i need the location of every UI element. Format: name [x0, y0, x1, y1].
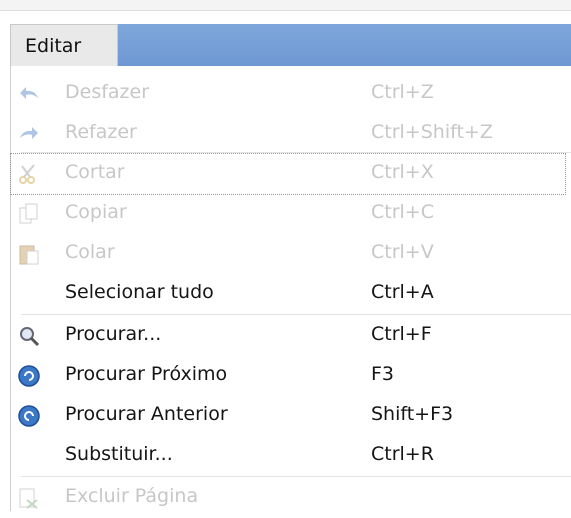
- menu-bar: Editar: [0, 0, 571, 72]
- menu-separator: [21, 476, 571, 477]
- menu-item-label: Excluir Página: [65, 485, 199, 507]
- menu-bar-highlight: [118, 24, 571, 66]
- focus-outline: [10, 153, 566, 195]
- menu-item-label: Procurar...: [65, 323, 162, 345]
- copy-icon: [17, 202, 41, 226]
- menu-item-shortcut: Ctrl+A: [371, 281, 434, 303]
- menu-item-shortcut: Ctrl+Shift+Z: [371, 121, 493, 143]
- menu-item-select-all[interactable]: Selecionar tudo Ctrl+A: [11, 274, 571, 314]
- menu-item-label: Colar: [65, 241, 115, 263]
- delete-page-icon: [17, 486, 41, 510]
- menu-item-find[interactable]: Procurar... Ctrl+F: [11, 316, 571, 356]
- undo-icon: [17, 82, 41, 106]
- menu-separator: [21, 314, 571, 315]
- menu-editar[interactable]: Editar: [10, 24, 118, 66]
- find-previous-icon: [17, 404, 41, 428]
- menu-item-paste[interactable]: Colar Ctrl+V: [11, 234, 571, 274]
- menu-item-label: Refazer: [65, 121, 137, 143]
- menu-item-label: Copiar: [65, 201, 127, 223]
- menu-item-shortcut: Ctrl+C: [371, 201, 434, 223]
- menu-item-redo[interactable]: Refazer Ctrl+Shift+Z: [11, 114, 571, 154]
- paste-icon: [17, 242, 41, 266]
- redo-icon: [17, 122, 41, 146]
- menu-item-replace[interactable]: Substituir... Ctrl+R: [11, 436, 571, 476]
- menu-item-shortcut: Ctrl+V: [371, 241, 434, 263]
- menu-item-undo[interactable]: Desfazer Ctrl+Z: [11, 74, 571, 114]
- find-next-icon: [17, 364, 41, 388]
- menu-bar-top-edge: [0, 0, 571, 11]
- menu-item-copy[interactable]: Copiar Ctrl+C: [11, 194, 571, 234]
- menu-item-label: Selecionar tudo: [65, 281, 214, 303]
- menu-item-find-next[interactable]: Procurar Próximo F3: [11, 356, 571, 396]
- menu-item-label: Procurar Próximo: [65, 363, 228, 385]
- find-icon: [17, 324, 41, 348]
- menu-item-shortcut: F3: [371, 363, 395, 385]
- menu-item-label: Procurar Anterior: [65, 403, 228, 425]
- menu-item-label: Desfazer: [65, 81, 150, 103]
- menu-item-shortcut: Shift+F3: [371, 403, 454, 425]
- menu-item-shortcut: Ctrl+R: [371, 443, 434, 465]
- menu-item-shortcut: Ctrl+F: [371, 323, 432, 345]
- menu-item-delete-page[interactable]: Excluir Página: [11, 478, 571, 518]
- menu-item-find-previous[interactable]: Procurar Anterior Shift+F3: [11, 396, 571, 436]
- edit-dropdown-menu: Desfazer Ctrl+Z Refazer Ctrl+Shift+Z Cor…: [10, 66, 571, 511]
- menu-item-shortcut: Ctrl+Z: [371, 81, 434, 103]
- menu-item-label: Substituir...: [65, 443, 173, 465]
